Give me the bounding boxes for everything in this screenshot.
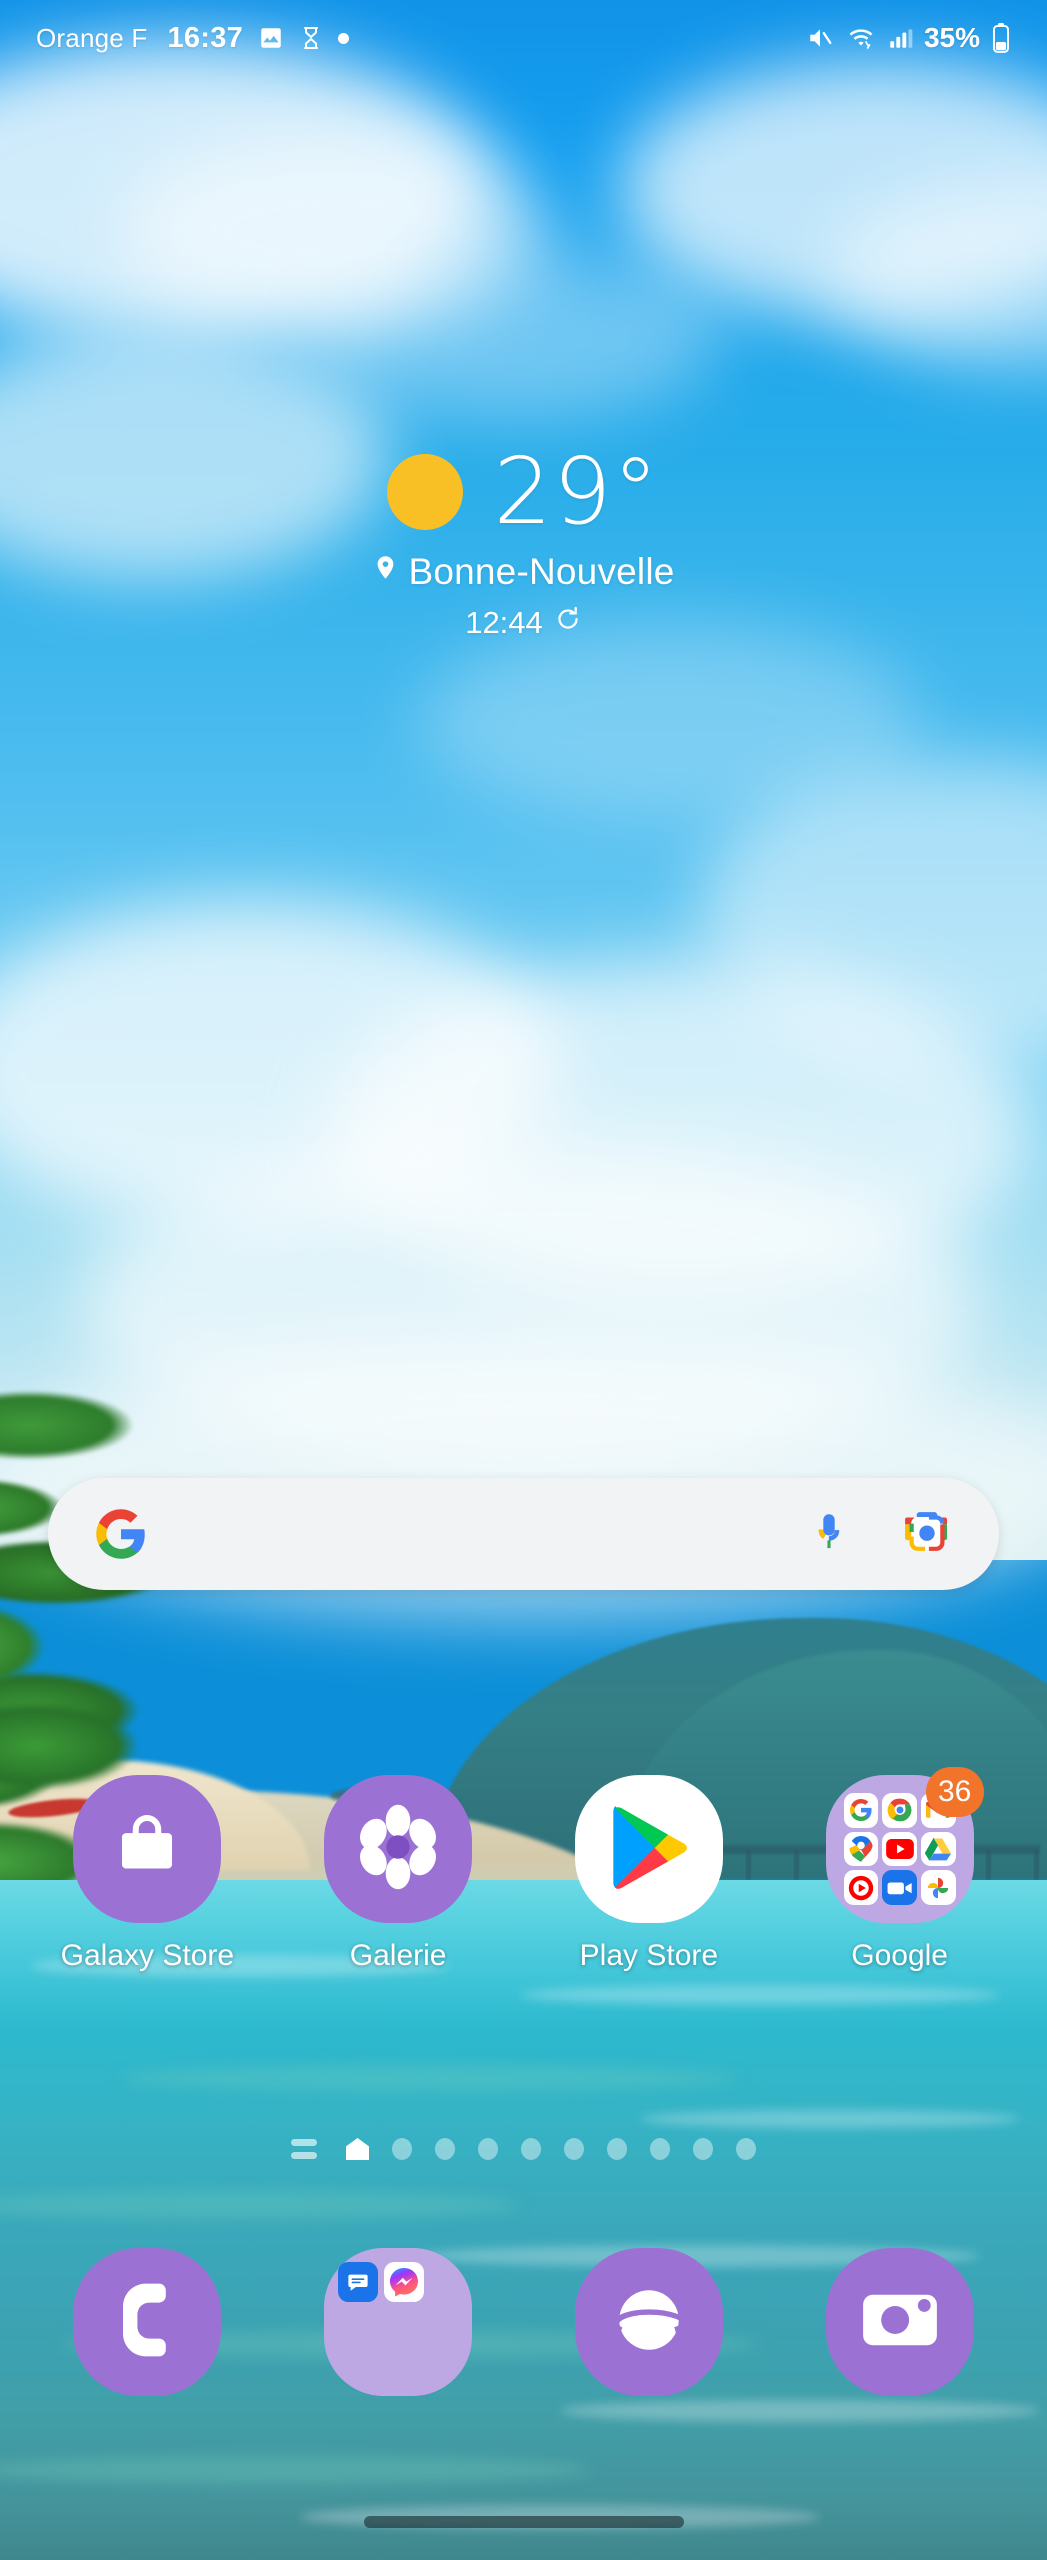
folder-google[interactable]: 36 Google	[802, 1767, 998, 1973]
gesture-nav-bar[interactable]	[0, 2484, 1047, 2560]
camera-icon	[861, 2287, 939, 2358]
app-label: Play Store	[579, 1939, 719, 1972]
phone-icon	[115, 2280, 179, 2365]
weather-location-row[interactable]: Bonne-Nouvelle	[372, 551, 674, 593]
play-store-icon	[608, 1803, 690, 1896]
status-bar-right: 35%	[805, 22, 1011, 54]
dock-item-camera[interactable]	[802, 2248, 998, 2396]
phone-icon-bg[interactable]	[73, 2248, 222, 2396]
mini-icon-drive	[920, 1831, 956, 1867]
google-g-icon	[94, 1507, 148, 1561]
page-dot[interactable]	[392, 2138, 412, 2160]
mini-icon-photos	[920, 1870, 956, 1905]
wifi-icon	[846, 25, 876, 51]
image-icon	[258, 25, 284, 51]
status-bar-left: Orange F 16:37	[36, 21, 350, 55]
camera-icon-bg[interactable]	[825, 2248, 974, 2396]
mini-icon-maps	[843, 1831, 879, 1867]
dock-item-messages-folder[interactable]	[300, 2248, 496, 2396]
app-galaxy-store[interactable]: Galaxy Store	[49, 1775, 245, 1973]
page-dot[interactable]	[736, 2138, 756, 2160]
page-dot[interactable]	[607, 2138, 627, 2160]
microphone-icon[interactable]	[807, 1509, 851, 1559]
mini-icon-chrome	[882, 1793, 917, 1828]
mini-icon-messenger	[384, 2262, 425, 2302]
app-play-store[interactable]: Play Store	[551, 1775, 747, 1973]
gesture-pill[interactable]	[363, 2516, 684, 2528]
internet-icon-bg[interactable]	[574, 2248, 723, 2396]
dot-icon	[338, 32, 350, 44]
weather-update-row[interactable]: 12:44	[465, 605, 582, 641]
mini-icon-messages	[338, 2262, 379, 2302]
weather-widget[interactable]: 29° Bonne-Nouvelle 12:44	[0, 438, 1047, 641]
weather-location-label: Bonne-Nouvelle	[408, 551, 675, 593]
messages-folder-bg[interactable]	[324, 2248, 473, 2396]
app-label: Galerie	[349, 1939, 447, 1972]
dock	[0, 2248, 1047, 2396]
dock-item-internet[interactable]	[551, 2248, 747, 2396]
page-dot[interactable]	[521, 2138, 541, 2160]
refresh-icon[interactable]	[554, 605, 582, 641]
mini-icon-youtube-music	[843, 1870, 879, 1905]
folder-preview-grid	[338, 2262, 426, 2302]
status-bar-clock: 16:37	[167, 21, 244, 54]
mini-icon-google	[843, 1793, 879, 1828]
weather-main-row: 29°	[387, 438, 660, 545]
page-dot[interactable]	[478, 2138, 498, 2160]
home-screen: Orange F 16:37 35% 29° Bonne-Nouvelle 12…	[0, 0, 1047, 2560]
flower-icon	[355, 1804, 441, 1895]
volume-mute-icon	[805, 25, 835, 51]
galaxy-store-icon-bg[interactable]	[73, 1775, 222, 1923]
page-dot[interactable]	[693, 2138, 713, 2160]
location-pin-icon	[372, 551, 399, 593]
wallpaper	[0, 0, 1047, 2560]
folder-badge: 36	[925, 1767, 984, 1817]
page-list-icon[interactable]	[291, 2139, 317, 2159]
page-dot[interactable]	[564, 2138, 584, 2160]
mini-icon-meet	[882, 1870, 917, 1905]
page-indicator[interactable]	[0, 2138, 1047, 2160]
play-store-icon-bg[interactable]	[574, 1775, 723, 1923]
home-page-icon[interactable]	[346, 2138, 369, 2160]
weather-updated-time: 12:44	[465, 605, 543, 641]
app-galerie[interactable]: Galerie	[300, 1775, 496, 1973]
google-folder-bg[interactable]: 36	[825, 1767, 984, 1923]
battery-icon	[991, 23, 1011, 53]
shopping-bag-icon	[109, 1809, 185, 1890]
page-dot[interactable]	[435, 2138, 455, 2160]
cellular-signal-icon	[887, 25, 913, 51]
internet-icon	[603, 2274, 695, 2371]
sun-icon	[387, 453, 464, 530]
hourglass-icon	[299, 25, 323, 51]
page-dot[interactable]	[650, 2138, 670, 2160]
google-search-bar[interactable]	[48, 1478, 999, 1590]
google-lens-icon[interactable]	[901, 1509, 953, 1559]
dock-item-phone[interactable]	[49, 2248, 245, 2396]
mini-icon-youtube	[882, 1831, 917, 1867]
weather-temperature: 29°	[493, 438, 660, 545]
galerie-icon-bg[interactable]	[324, 1775, 473, 1923]
app-grid: Galaxy Store Galerie Play Store 36 Googl…	[0, 1767, 1047, 1973]
app-label: Galaxy Store	[60, 1939, 235, 1972]
status-bar[interactable]: Orange F 16:37 35%	[0, 0, 1047, 76]
app-label: Google	[851, 1939, 948, 1972]
carrier-label: Orange F	[36, 22, 148, 53]
battery-percent-label: 35%	[923, 22, 980, 53]
